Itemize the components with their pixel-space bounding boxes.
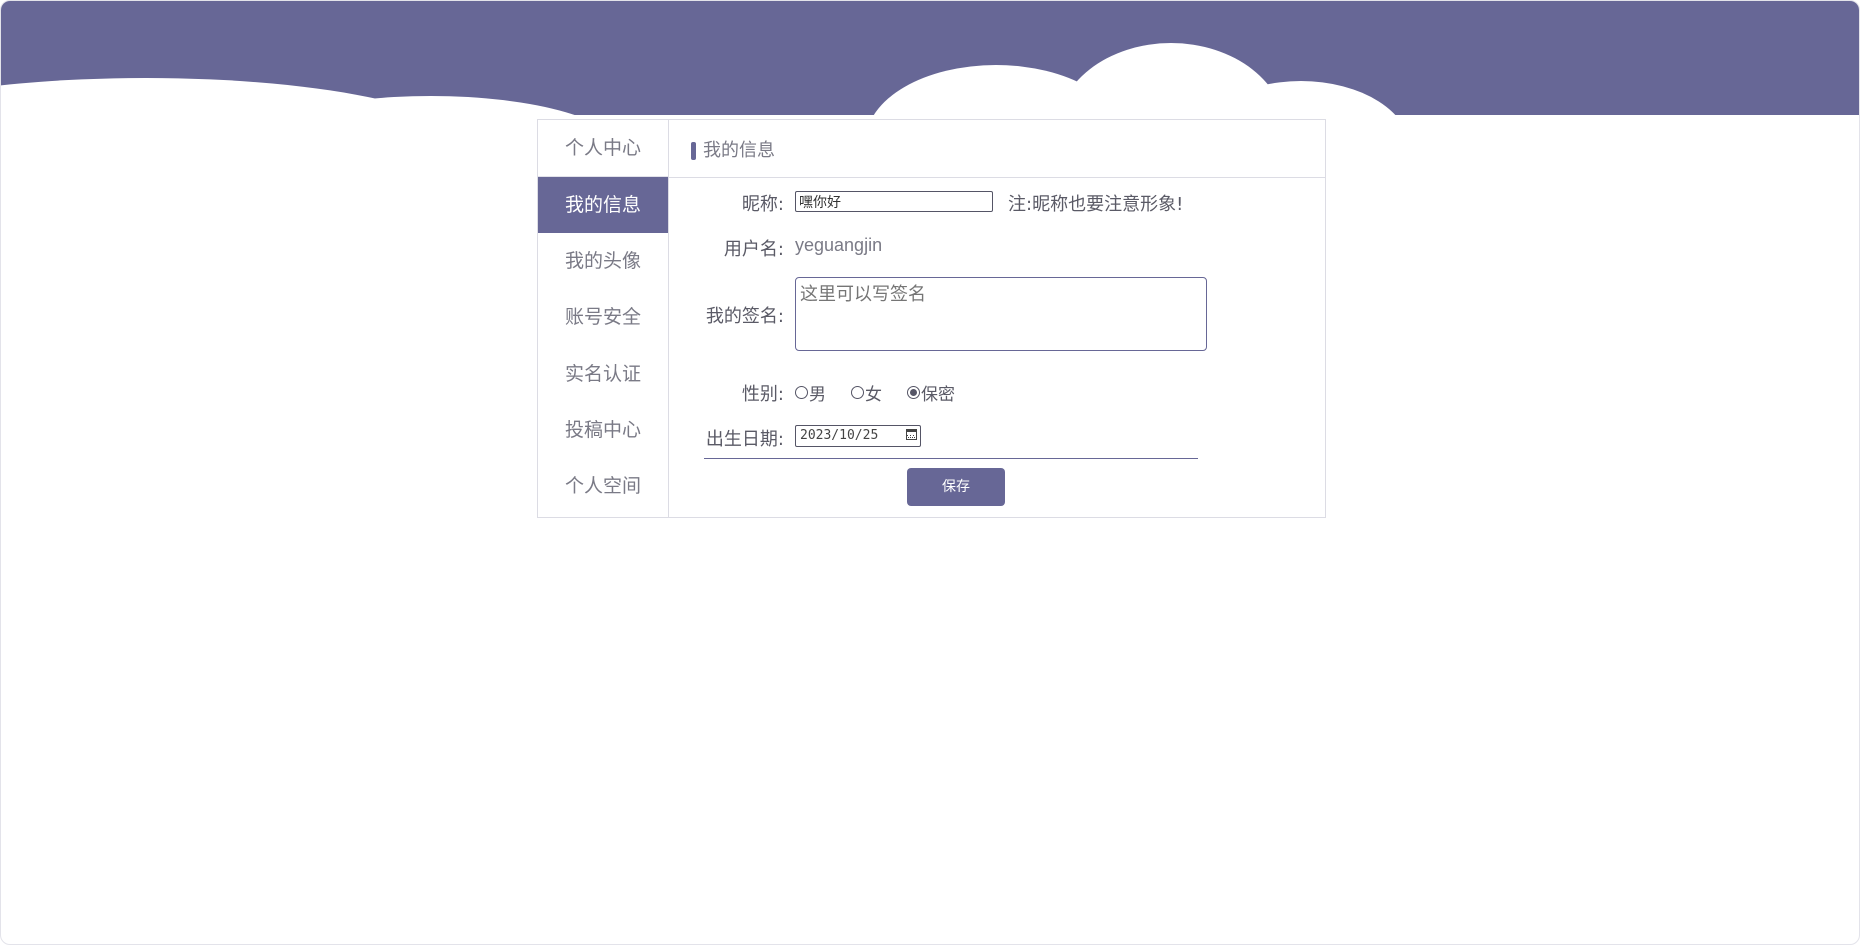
birthday-date-input[interactable]: 2023/10/25	[795, 425, 921, 447]
radio-unchecked-icon[interactable]	[851, 386, 864, 399]
profile-panel: 个人中心 我的信息 我的头像 账号安全 实名认证 投稿中心 个人空间 我的信息 …	[537, 119, 1326, 518]
sidebar-item-real-name-auth[interactable]: 实名认证	[538, 346, 668, 402]
sidebar-item-personal-center[interactable]: 个人中心	[538, 120, 668, 177]
form-divider	[704, 458, 1198, 459]
radio-checked-icon[interactable]	[907, 386, 920, 399]
gender-option-label: 保密	[921, 385, 955, 405]
calendar-icon[interactable]	[906, 429, 917, 440]
save-button[interactable]: 保存	[907, 468, 1005, 506]
nickname-label: 昵称:	[741, 194, 784, 215]
title-accent-bar	[691, 142, 696, 160]
radio-unchecked-icon[interactable]	[795, 386, 808, 399]
cloud-decoration	[1, 43, 1396, 115]
content-area: 我的信息 昵称: 注:昵称也要注意形象! 用户名: yeguangjin 我的签…	[669, 120, 1325, 517]
sidebar-item-account-security[interactable]: 账号安全	[538, 289, 668, 345]
gender-option-secret[interactable]: 保密	[907, 380, 955, 405]
username-label: 用户名:	[723, 239, 784, 260]
username-value: yeguangjin	[795, 235, 883, 255]
nickname-note: 注:昵称也要注意形象!	[1008, 194, 1184, 215]
sidebar-item-my-info[interactable]: 我的信息	[538, 177, 668, 233]
gender-option-label: 男	[809, 385, 826, 405]
signature-label: 我的签名:	[705, 306, 784, 327]
sidebar-item-submission-center[interactable]: 投稿中心	[538, 402, 668, 458]
sidebar: 个人中心 我的信息 我的头像 账号安全 实名认证 投稿中心 个人空间	[538, 120, 669, 517]
gender-label: 性别:	[741, 384, 784, 405]
nickname-input[interactable]	[795, 191, 993, 212]
header-banner	[1, 1, 1859, 115]
signature-textarea[interactable]	[795, 277, 1207, 351]
sidebar-item-personal-space[interactable]: 个人空间	[538, 458, 668, 514]
gender-option-label: 女	[865, 385, 882, 405]
content-header: 我的信息	[669, 120, 1325, 178]
sidebar-item-my-avatar[interactable]: 我的头像	[538, 233, 668, 289]
page-title: 我的信息	[703, 140, 775, 161]
birthday-label: 出生日期:	[705, 429, 784, 450]
page: 个人中心 我的信息 我的头像 账号安全 实名认证 投稿中心 个人空间 我的信息 …	[0, 0, 1860, 945]
birthday-value: 2023/10/25	[800, 428, 879, 443]
gender-option-female[interactable]: 女	[851, 380, 882, 405]
gender-option-male[interactable]: 男	[795, 380, 826, 405]
